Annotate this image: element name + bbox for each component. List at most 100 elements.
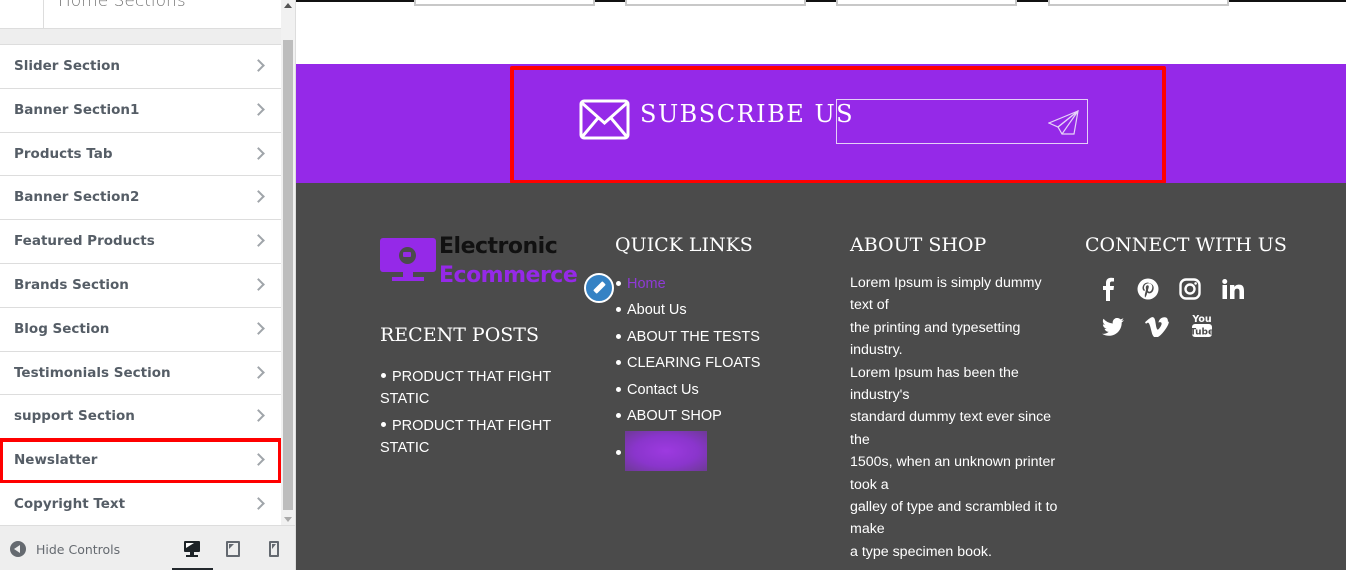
chevron-right-icon — [252, 278, 265, 291]
logo-monitor-base — [392, 277, 424, 281]
youtube-icon[interactable]: You Tube — [1189, 312, 1215, 338]
desktop-icon-base — [186, 555, 198, 557]
about-line: galley of type and scrambled it to make — [850, 499, 1058, 538]
section-item-banner1[interactable]: Banner Section1 — [0, 88, 281, 133]
quick-link-home[interactable]: Home — [627, 276, 666, 292]
scroll-down-arrow-icon[interactable] — [284, 517, 292, 522]
section-label: Slider Section — [14, 58, 121, 74]
quick-link-about-us[interactable]: About Us — [627, 302, 687, 318]
about-line: a type specimen book. — [850, 543, 992, 560]
hide-controls-button[interactable]: Hide Controls — [10, 540, 120, 558]
vimeo-icon[interactable] — [1144, 314, 1170, 340]
chevron-right-icon — [252, 190, 265, 204]
content-box — [1048, 0, 1229, 6]
section-item-newsletter[interactable]: Newslatter — [0, 438, 282, 484]
section-item-slider[interactable]: Slider Section — [0, 45, 281, 89]
edit-shortcut-button[interactable] — [584, 273, 614, 303]
quick-links-list: Home About Us ABOUT THE TESTS CLEARING F… — [615, 273, 815, 475]
about-line: standard dummy text ever since the — [850, 409, 1052, 448]
monitor-cart-icon — [380, 238, 436, 272]
site-preview: SUBSCRIBE US Electronic Ecommerce RECENT… — [296, 0, 1346, 570]
chevron-right-icon — [252, 409, 265, 423]
logo-line1: Electronic — [439, 234, 558, 259]
tablet-icon — [226, 541, 240, 557]
section-label: Banner Section2 — [14, 189, 140, 206]
quick-link-contact-us[interactable]: Contact Us — [627, 382, 699, 398]
section-label: Featured Products — [14, 233, 155, 250]
quick-link-item: ABOUT SHOP — [615, 405, 815, 431]
section-item-products-tab[interactable]: Products Tab — [0, 132, 281, 177]
recent-post-link[interactable]: PRODUCT THAT FIGHT STATIC — [380, 418, 551, 456]
preview-tablet-button[interactable] — [226, 536, 256, 570]
recent-post-link[interactable]: PRODUCT THAT FIGHT STATIC — [380, 369, 551, 407]
connect-title: CONNECT WITH US — [1085, 234, 1287, 256]
section-item-brands[interactable]: Brands Section — [0, 263, 281, 308]
section-label: Newslatter — [14, 452, 98, 469]
desktop-icon — [184, 541, 200, 552]
cart-icon — [399, 247, 416, 264]
about-line: the printing and typesetting industry. — [850, 319, 1021, 359]
about-shop-text: Lorem Ipsum is simply dummy text of the … — [850, 272, 1065, 563]
twitter-icon[interactable] — [1100, 314, 1126, 340]
about-shop-title: ABOUT SHOP — [850, 234, 987, 256]
content-box — [836, 0, 1017, 6]
preview-mobile-button[interactable] — [269, 536, 299, 570]
scrollbar-thumb[interactable] — [283, 40, 293, 510]
chevron-right-icon — [252, 102, 265, 116]
content-box — [625, 0, 806, 6]
hide-controls-label: Hide Controls — [36, 541, 121, 557]
recent-posts-list: PRODUCT THAT FIGHT STATIC PRODUCT THAT F… — [380, 366, 570, 464]
quick-link-clearing-floats[interactable]: CLEARING FLOATS — [627, 355, 760, 371]
quick-link-item — [615, 431, 815, 475]
quick-link-about-shop[interactable]: ABOUT SHOP — [627, 408, 722, 424]
pinterest-icon[interactable] — [1135, 276, 1161, 302]
customizer-panel: Home Sections Slider Section Banner Sect… — [0, 0, 296, 570]
site-logo[interactable]: Electronic Ecommerce — [380, 234, 590, 295]
svg-text:Tube: Tube — [1191, 328, 1213, 338]
panel-scrollbar[interactable] — [281, 0, 295, 525]
content-box — [414, 0, 595, 6]
chevron-right-icon — [252, 497, 265, 510]
section-label: Brands Section — [14, 276, 129, 293]
section-label: Blog Section — [14, 320, 110, 337]
quick-link-item: ABOUT THE TESTS — [615, 326, 815, 352]
about-line: Lorem Ipsum is simply dummy text of — [850, 275, 1042, 314]
quick-link-blurred[interactable] — [625, 431, 707, 472]
paper-plane-icon[interactable] — [1048, 110, 1080, 136]
quick-link-item: Contact Us — [615, 379, 815, 405]
section-item-support[interactable]: support Section — [0, 395, 281, 440]
section-label: Testimonials Section — [14, 364, 171, 381]
section-item-copyright[interactable]: Copyright Text — [0, 482, 281, 527]
section-label: Copyright Text — [14, 495, 126, 512]
recent-post-item: PRODUCT THAT FIGHT STATIC — [380, 415, 570, 459]
linkedin-icon[interactable] — [1220, 276, 1246, 302]
chevron-right-icon — [252, 321, 265, 335]
section-label: Products Tab — [14, 145, 113, 162]
recent-posts-title: RECENT POSTS — [380, 324, 539, 346]
preview-desktop-button[interactable] — [172, 536, 213, 570]
chevron-right-icon — [252, 234, 265, 248]
facebook-icon[interactable] — [1095, 276, 1121, 302]
section-label: Banner Section1 — [14, 101, 140, 118]
about-line: 1500s, when an unknown printer took a — [850, 454, 1056, 493]
instagram-icon[interactable] — [1177, 276, 1203, 302]
chevron-right-icon — [252, 146, 265, 160]
quick-link-about-tests[interactable]: ABOUT THE TESTS — [627, 329, 760, 345]
section-item-banner2[interactable]: Banner Section2 — [0, 176, 281, 221]
section-item-testimonials[interactable]: Testimonials Section — [0, 351, 281, 396]
logo-line2: Ecommerce — [439, 263, 578, 288]
chevron-right-icon — [252, 59, 265, 72]
section-item-blog[interactable]: Blog Section — [0, 307, 281, 352]
section-item-featured-products[interactable]: Featured Products — [0, 220, 281, 264]
scroll-up-arrow-icon[interactable] — [284, 3, 292, 8]
back-button[interactable] — [0, 0, 44, 28]
subscribe-title: SUBSCRIBE US — [640, 100, 855, 128]
newsletter-section: SUBSCRIBE US — [296, 64, 1346, 184]
quick-link-item: Home — [615, 273, 815, 299]
envelope-icon — [579, 99, 630, 140]
mobile-icon — [269, 541, 279, 557]
panel-footer: Hide Controls — [0, 525, 295, 570]
section-list: Slider Section Banner Section1 Products … — [0, 44, 282, 527]
site-footer: Electronic Ecommerce RECENT POSTS PRODUC… — [296, 183, 1346, 570]
quick-link-item: CLEARING FLOATS — [615, 352, 815, 378]
